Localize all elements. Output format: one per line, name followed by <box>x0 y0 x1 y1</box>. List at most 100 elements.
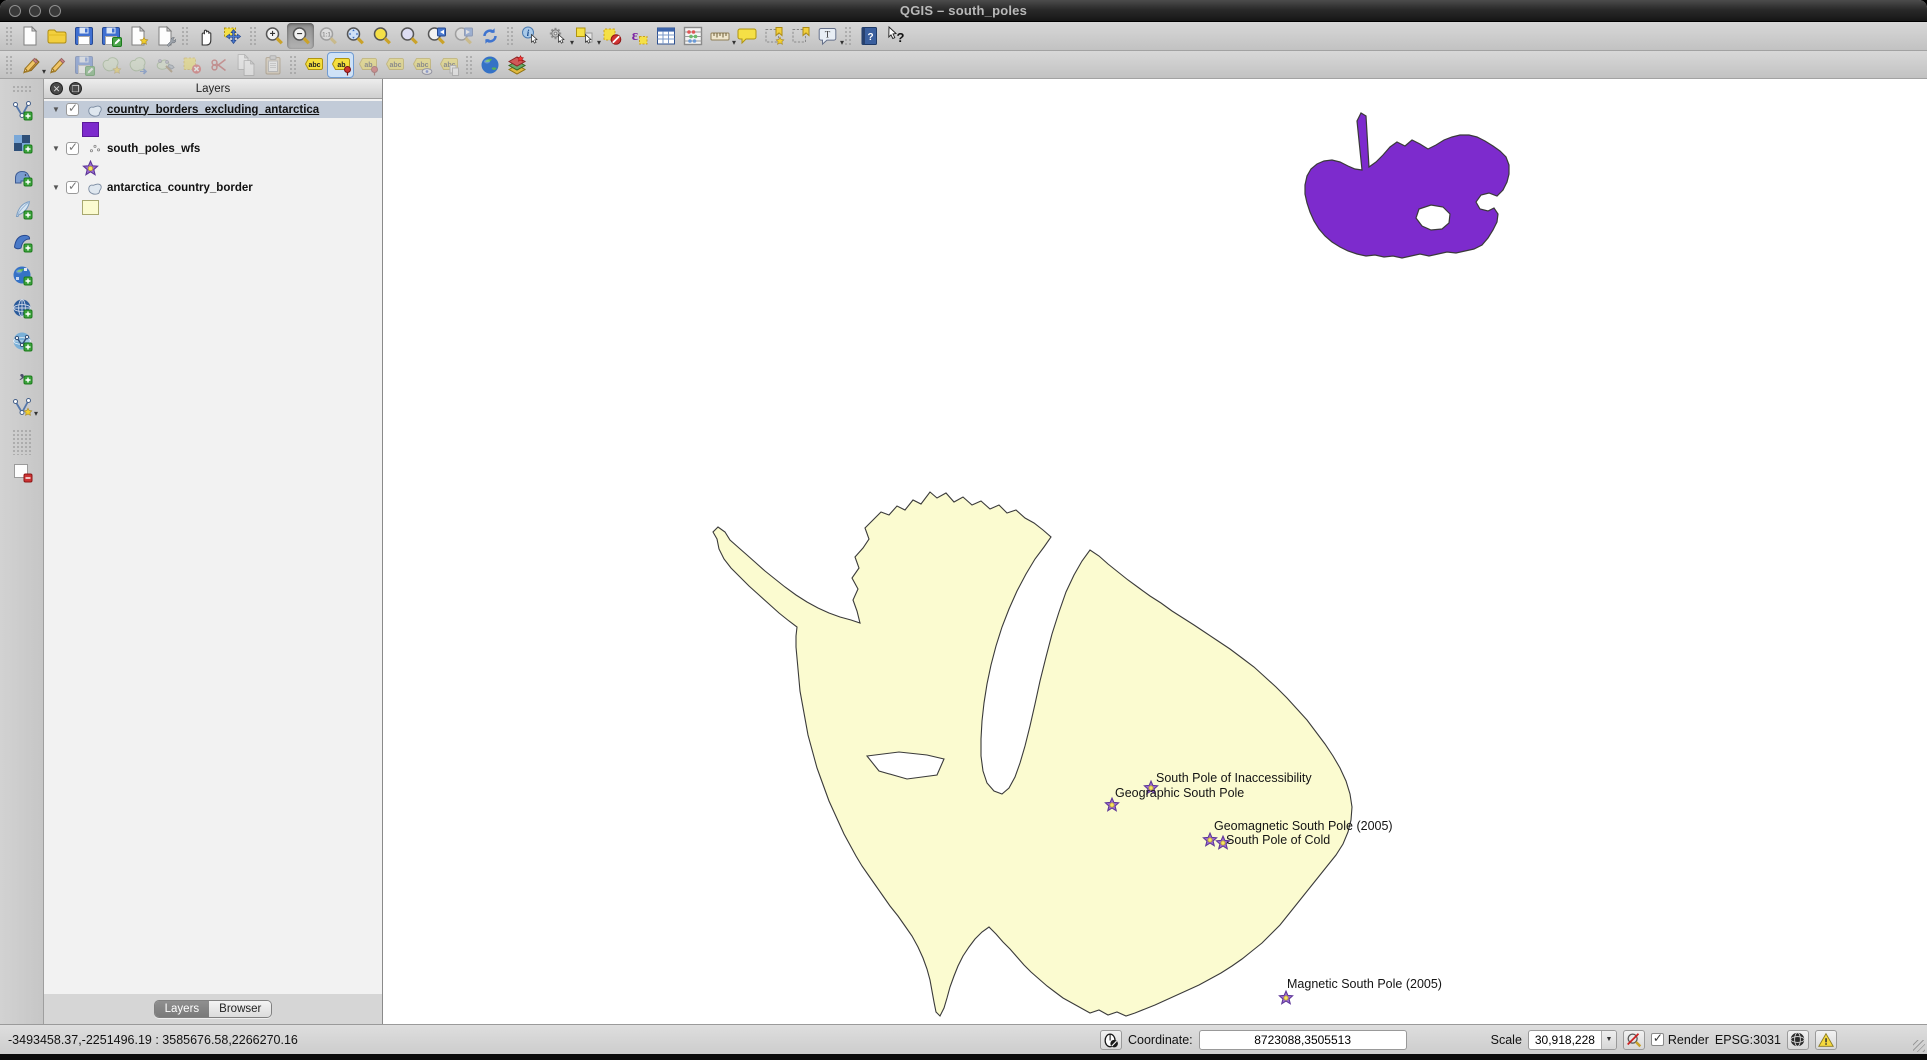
save-project-as-icon <box>100 25 122 47</box>
layer-row-south_poles_wfs[interactable]: ▼south_poles_wfs <box>44 140 382 157</box>
toolbar-handle <box>289 55 297 75</box>
select-features-icon <box>574 25 596 47</box>
layer-row-antarctica_country_border[interactable]: ▼antarctica_country_border <box>44 179 382 196</box>
statistical-summary-button[interactable] <box>679 23 706 49</box>
window-titlebar: QGIS – south_poles <box>0 0 1927 22</box>
current-edits-button[interactable]: ▾ <box>16 52 43 78</box>
expand-triangle-icon[interactable]: ▼ <box>49 144 63 153</box>
move-feature-button <box>124 52 151 78</box>
map-canvas[interactable]: South Pole of InaccessibilityGeographic … <box>383 79 1927 1024</box>
run-feature-action-button[interactable]: ▾ <box>544 23 571 49</box>
change-label-icon: abc <box>438 54 460 76</box>
resize-grip[interactable] <box>1913 1040 1925 1052</box>
toggle-editing-button[interactable] <box>43 52 70 78</box>
layers-plugin-button[interactable] <box>503 52 530 78</box>
layer-visibility-checkbox[interactable] <box>66 103 79 116</box>
zoom-to-selection-button[interactable] <box>368 23 395 49</box>
layer-labeling-options-button[interactable]: abc <box>300 52 327 78</box>
measure-button[interactable]: ▾ <box>706 23 733 49</box>
new-project-icon <box>19 25 41 47</box>
add-wfs-layer-icon <box>11 330 33 352</box>
svg-text:ab: ab <box>364 61 372 68</box>
panel-tab-browser[interactable]: Browser <box>209 1001 271 1017</box>
mouse-position-toggle-button[interactable] <box>1100 1030 1122 1050</box>
map-tips-button[interactable] <box>733 23 760 49</box>
add-mssql-layer-icon <box>11 231 33 253</box>
zoom-out-icon: − <box>290 25 312 47</box>
add-vector-layer-button[interactable] <box>8 97 35 123</box>
add-delimited-text-layer-button[interactable]: , <box>8 361 35 387</box>
window-bottom-edge <box>0 1054 1927 1060</box>
new-shapefile-layer-dropdown-icon[interactable]: ▾ <box>31 409 41 418</box>
add-wms-layer-button[interactable] <box>8 262 35 288</box>
identify-features-button[interactable]: i <box>517 23 544 49</box>
run-feature-action-icon <box>547 25 569 47</box>
new-shapefile-layer-button[interactable]: ▾ <box>8 394 35 420</box>
show-bookmarks-button[interactable] <box>787 23 814 49</box>
expand-triangle-icon[interactable]: ▼ <box>49 105 63 114</box>
render-checkbox[interactable] <box>1651 1033 1664 1046</box>
warning-icon <box>1817 1031 1835 1049</box>
new-project-button[interactable] <box>16 23 43 49</box>
zoom-out-button[interactable]: − <box>287 23 314 49</box>
svg-text:+: + <box>269 29 275 40</box>
coordinate-input[interactable] <box>1199 1030 1407 1050</box>
zoom-to-layer-button[interactable] <box>395 23 422 49</box>
zoom-in-button[interactable]: + <box>260 23 287 49</box>
zoom-last-button[interactable] <box>422 23 449 49</box>
save-project-as-button[interactable] <box>97 23 124 49</box>
save-layer-edits-button <box>70 52 97 78</box>
scale-dropdown-icon[interactable]: ▼ <box>1601 1030 1616 1050</box>
expand-triangle-icon[interactable]: ▼ <box>49 183 63 192</box>
toolbar-handle <box>844 26 852 46</box>
render-label: Render <box>1668 1033 1709 1047</box>
zoom-full-extent-button[interactable] <box>341 23 368 49</box>
new-print-composer-button[interactable] <box>124 23 151 49</box>
open-attribute-table-button[interactable] <box>652 23 679 49</box>
scale-combobox[interactable]: 30,918,228 ▼ <box>1528 1030 1617 1050</box>
deselect-features-button[interactable] <box>598 23 625 49</box>
help-contents-button[interactable]: ? <box>855 23 882 49</box>
save-project-button[interactable] <box>70 23 97 49</box>
remove-layer-button[interactable] <box>8 459 35 485</box>
whats-this-button[interactable]: ? <box>882 23 909 49</box>
move-label-button[interactable]: ab <box>327 52 354 78</box>
panel-tab-bar: LayersBrowser <box>44 994 382 1024</box>
layer-visibility-checkbox[interactable] <box>66 142 79 155</box>
add-postgis-layer-icon <box>11 165 33 187</box>
composer-manager-button[interactable] <box>151 23 178 49</box>
open-project-button[interactable] <box>43 23 70 49</box>
manage-layers-toolbar: ,▾ <box>0 79 44 1024</box>
pan-to-selection-button[interactable] <box>219 23 246 49</box>
coordinate-capture-plugin-button[interactable] <box>476 52 503 78</box>
svg-text:?: ? <box>896 30 904 45</box>
crs-status-button[interactable] <box>1787 1030 1809 1050</box>
panel-tab-layers[interactable]: Layers <box>155 1001 210 1017</box>
magnifier-lock-button[interactable] <box>1623 1030 1645 1050</box>
add-raster-layer-button[interactable] <box>8 130 35 156</box>
pan-map-button[interactable] <box>192 23 219 49</box>
add-postgis-layer-button[interactable] <box>8 163 35 189</box>
log-messages-button[interactable] <box>1815 1030 1837 1050</box>
status-bar: -3493458.37,-2251496.19 : 3585676.58,226… <box>0 1024 1927 1054</box>
map-tips-icon <box>736 25 758 47</box>
zoom-next-icon <box>452 25 474 47</box>
select-features-button[interactable]: ▾ <box>571 23 598 49</box>
layer-row-country_borders_excluding_antarctica[interactable]: ▼country_borders_excluding_antarctica <box>44 101 382 118</box>
toolbar-handle <box>12 429 32 455</box>
add-wfs-layer-button[interactable] <box>8 328 35 354</box>
add-mssql-layer-button[interactable] <box>8 229 35 255</box>
delete-selected-button <box>178 52 205 78</box>
add-spatialite-layer-button[interactable] <box>8 196 35 222</box>
layer-visibility-checkbox[interactable] <box>66 181 79 194</box>
map-refresh-button[interactable] <box>476 23 503 49</box>
render-toggle[interactable]: Render <box>1651 1033 1709 1047</box>
text-annotation-button[interactable]: T▾ <box>814 23 841 49</box>
add-wcs-layer-button[interactable] <box>8 295 35 321</box>
identify-features-icon: i <box>520 25 542 47</box>
svg-text:?: ? <box>867 32 873 43</box>
new-bookmark-button[interactable] <box>760 23 787 49</box>
select-by-expression-button[interactable]: ε <box>625 23 652 49</box>
scale-value: 30,918,228 <box>1529 1033 1601 1047</box>
map-label: South Pole of Inaccessibility <box>1156 771 1312 785</box>
